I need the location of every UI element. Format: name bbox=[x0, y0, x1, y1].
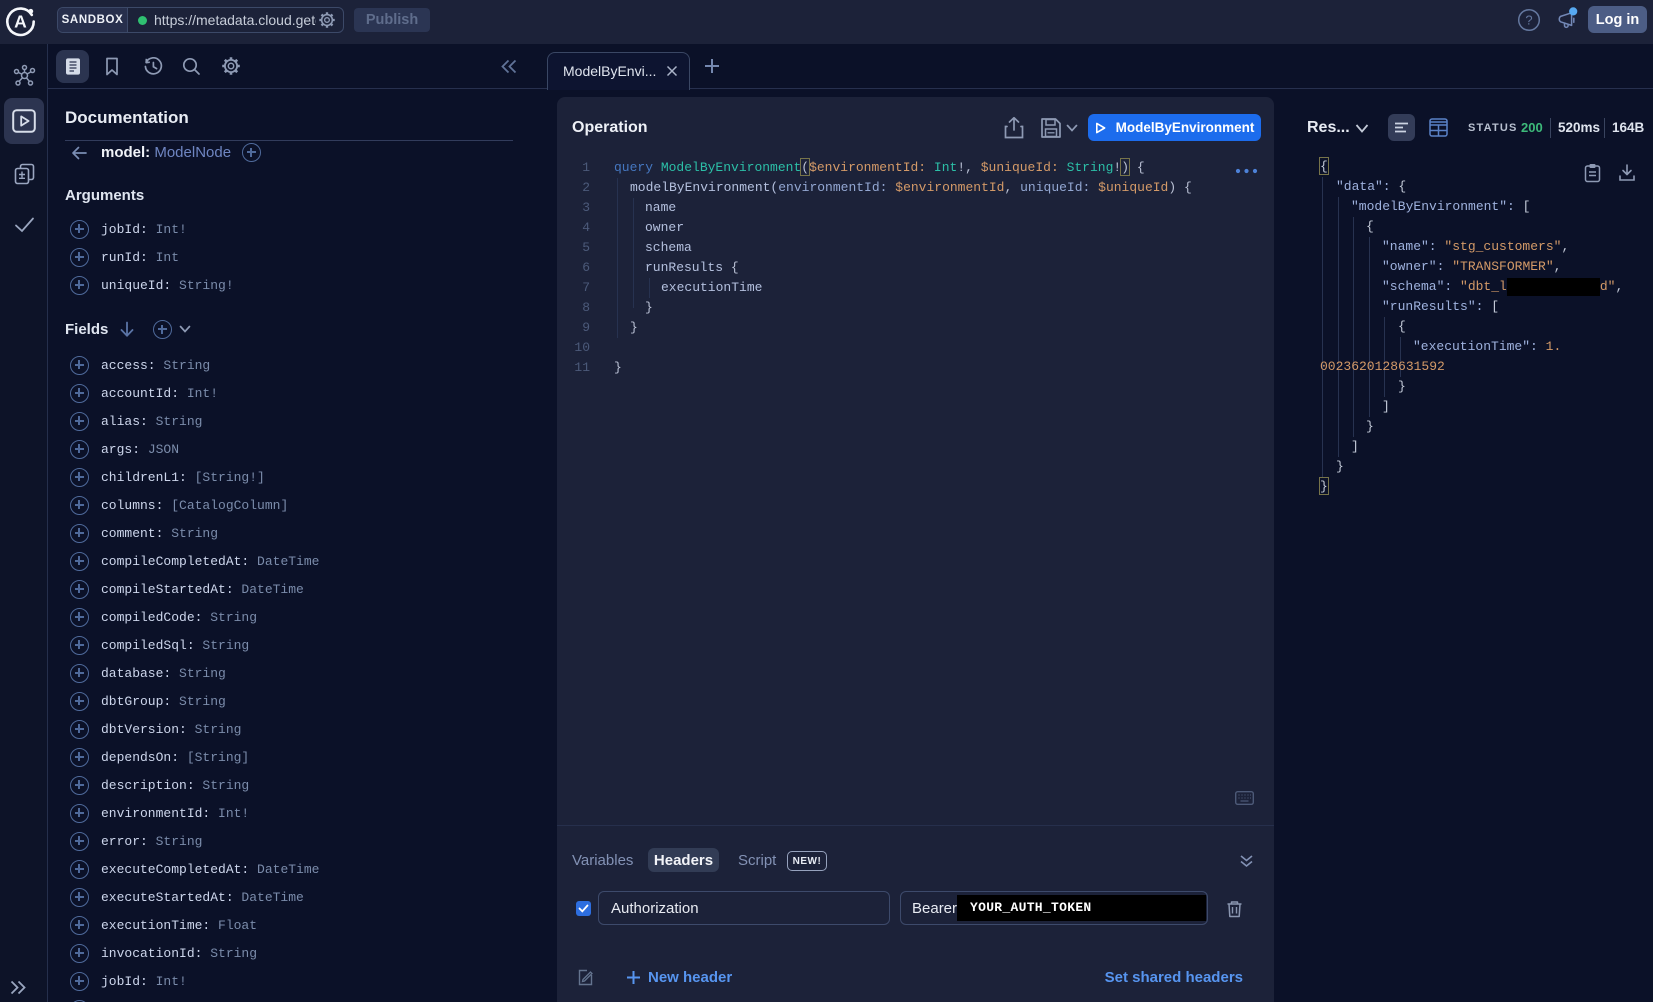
svg-text:?: ? bbox=[1525, 13, 1532, 28]
svg-text:A: A bbox=[14, 12, 27, 32]
